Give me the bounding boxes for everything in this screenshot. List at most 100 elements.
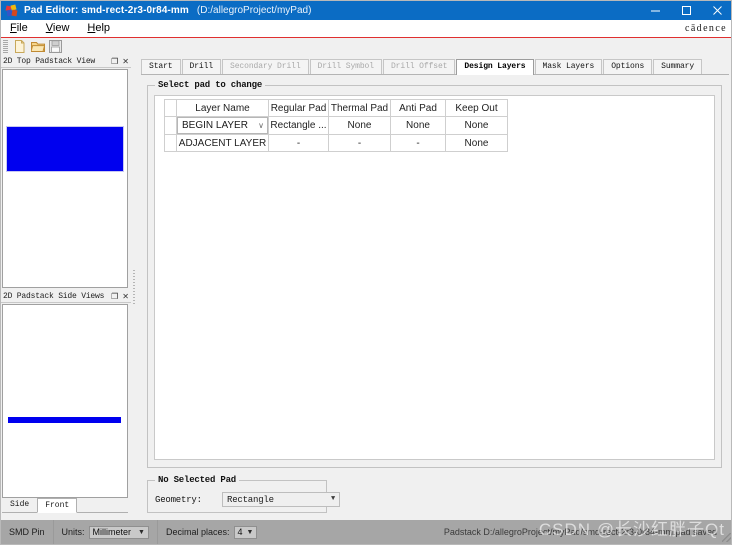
- wizard-tabstrip: Start Drill Secondary Drill Drill Symbol…: [141, 59, 729, 75]
- panel-side-title: 2D Padstack Side Views: [3, 291, 105, 301]
- pad-editor-window: Pad Editor: smd-rect-2r3-0r84-mm (D:/all…: [0, 0, 732, 545]
- units-value: Millimeter: [92, 527, 132, 537]
- cell-thermal-pad-adjacent: -: [328, 134, 391, 152]
- table-row[interactable]: ADJACENT LAYER - - - None: [164, 134, 508, 152]
- window-controls: [640, 1, 731, 20]
- cell-regular-pad-adjacent: -: [268, 134, 329, 152]
- row-selector-begin-layer[interactable]: [164, 116, 177, 135]
- side-view-tabs: Side Front: [2, 498, 128, 513]
- window-path: (D:/allegroProject/myPad): [196, 5, 312, 16]
- no-selected-pad-groupbox: No Selected Pad Geometry: Rectangle ▼: [147, 475, 340, 513]
- minimize-icon[interactable]: [640, 1, 671, 20]
- pad-shape-top: [6, 126, 124, 172]
- chevron-down-icon: ▼: [246, 528, 254, 536]
- close-icon[interactable]: [702, 1, 731, 20]
- select-pad-group-title: Select pad to change: [155, 80, 266, 90]
- menu-view-mnemonic: V: [45, 22, 53, 34]
- float-icon[interactable]: ❐: [111, 57, 118, 66]
- panel-2d-top-padstack-view: 2D Top Padstack View ❐ ✕: [1, 55, 131, 290]
- tab-drill[interactable]: Drill: [181, 59, 222, 74]
- new-icon[interactable]: [11, 39, 28, 54]
- units-label: Units:: [61, 527, 85, 537]
- menu-item-file[interactable]: File: [1, 20, 37, 37]
- toolbar-grip[interactable]: [3, 40, 8, 53]
- status-pin-type: SMD Pin: [1, 520, 54, 544]
- cell-regular-pad-begin[interactable]: Rectangle ...: [268, 116, 329, 135]
- design-layers-page: Select pad to change Layer Name Regular …: [141, 75, 729, 516]
- float-icon[interactable]: ❐: [111, 292, 118, 301]
- cell-anti-pad-begin[interactable]: None: [390, 116, 446, 135]
- decimal-places-value: 4: [237, 527, 243, 537]
- tab-options[interactable]: Options: [603, 59, 653, 74]
- decimal-places-select[interactable]: 4 ▼: [233, 525, 258, 539]
- table-row[interactable]: BEGIN LAYER ∨ Rectangle ... None None No…: [164, 116, 508, 135]
- geometry-label: Geometry:: [155, 494, 202, 505]
- menu-help-rest: elp: [95, 22, 111, 34]
- panel-side-header: 2D Padstack Side Views ❐ ✕: [1, 290, 131, 303]
- cell-layer-name-begin[interactable]: BEGIN LAYER ∨: [176, 116, 269, 135]
- geometry-field-row: Geometry: Rectangle ▼: [155, 492, 340, 507]
- close-icon[interactable]: ✕: [122, 57, 129, 66]
- cell-keep-out-adjacent[interactable]: None: [445, 134, 508, 152]
- col-header-regular-pad: Regular Pad: [268, 99, 329, 117]
- tab-start[interactable]: Start: [141, 59, 181, 74]
- app-icon: [5, 3, 19, 18]
- panel-top-title: 2D Top Padstack View: [3, 56, 96, 66]
- panel-top-header: 2D Top Padstack View ❐ ✕: [1, 55, 131, 68]
- col-header-select: [164, 99, 177, 117]
- decimal-places-label: Decimal places:: [165, 527, 230, 537]
- pad-table-pane: Layer Name Regular Pad Thermal Pad Anti …: [154, 95, 715, 460]
- top-view-canvas[interactable]: [2, 69, 128, 288]
- tab-summary[interactable]: Summary: [653, 59, 703, 74]
- menu-view-rest: iew: [52, 22, 70, 34]
- select-pad-groupbox: Select pad to change Layer Name Regular …: [147, 80, 722, 468]
- menu-file-mnemonic: F: [10, 22, 17, 34]
- status-units-group: Units: Millimeter ▼: [54, 520, 158, 544]
- col-header-layer-name: Layer Name: [176, 99, 269, 117]
- units-select[interactable]: Millimeter ▼: [88, 525, 149, 539]
- save-icon[interactable]: [47, 39, 64, 54]
- chevron-down-icon: ∨: [258, 120, 264, 130]
- geometry-value: Rectangle: [227, 494, 274, 505]
- geometry-select[interactable]: Rectangle ▼: [222, 492, 340, 507]
- begin-layer-combobox[interactable]: BEGIN LAYER ∨: [177, 117, 268, 134]
- status-bar: SMD Pin Units: Millimeter ▼ Decimal plac…: [1, 520, 731, 544]
- begin-layer-value: BEGIN LAYER: [182, 120, 248, 131]
- menu-file-rest: ile: [16, 22, 28, 34]
- cell-anti-pad-adjacent: -: [390, 134, 446, 152]
- table-header-row: Layer Name Regular Pad Thermal Pad Anti …: [164, 99, 508, 117]
- status-decimal-group: Decimal places: 4 ▼: [158, 520, 265, 544]
- tab-secondary-drill: Secondary Drill: [222, 59, 309, 74]
- tab-mask-layers[interactable]: Mask Layers: [534, 59, 603, 74]
- open-icon[interactable]: [29, 39, 46, 54]
- menu-item-help[interactable]: Help: [78, 20, 119, 37]
- pad-layer-table: Layer Name Regular Pad Thermal Pad Anti …: [164, 99, 508, 152]
- side-view-canvas[interactable]: [2, 304, 128, 498]
- panel-top-buttons: ❐ ✕: [111, 57, 131, 66]
- row-selector-adjacent-layer[interactable]: [164, 134, 177, 152]
- col-header-keep-out: Keep Out: [445, 99, 508, 117]
- chevron-down-icon: ▼: [138, 528, 145, 536]
- tab-design-layers[interactable]: Design Layers: [456, 59, 534, 75]
- no-selected-pad-group-title: No Selected Pad: [155, 475, 240, 485]
- left-dock: 2D Top Padstack View ❐ ✕ 2D Padstack Sid…: [1, 55, 131, 520]
- tab-drill-offset: Drill Offset: [382, 59, 456, 74]
- tab-drill-symbol: Drill Symbol: [309, 59, 382, 74]
- tab-front[interactable]: Front: [37, 498, 78, 513]
- chevron-down-icon: ▼: [330, 495, 335, 503]
- maximize-icon[interactable]: [671, 1, 702, 20]
- title-bar: Pad Editor: smd-rect-2r3-0r84-mm (D:/all…: [1, 1, 731, 20]
- tab-side[interactable]: Side: [2, 497, 37, 512]
- resize-grip[interactable]: [722, 533, 731, 542]
- cell-thermal-pad-begin[interactable]: None: [328, 116, 391, 135]
- close-icon[interactable]: ✕: [122, 292, 129, 301]
- panel-2d-padstack-side-views: 2D Padstack Side Views ❐ ✕ Side Front: [1, 290, 131, 520]
- menu-bar: File View Help cādence: [1, 20, 731, 37]
- cell-keep-out-begin[interactable]: None: [445, 116, 508, 135]
- col-header-anti-pad: Anti Pad: [390, 99, 446, 117]
- col-header-thermal-pad: Thermal Pad: [328, 99, 391, 117]
- pad-shape-side: [8, 417, 121, 423]
- panel-side-buttons: ❐ ✕: [111, 292, 131, 301]
- menu-item-view[interactable]: View: [37, 20, 79, 37]
- cadence-logo: cādence: [685, 23, 727, 34]
